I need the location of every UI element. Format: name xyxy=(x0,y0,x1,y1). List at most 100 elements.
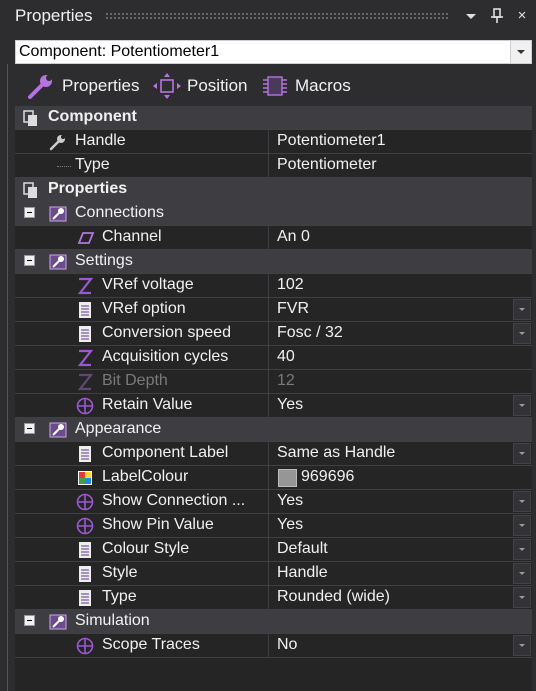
row-colour-style[interactable]: Colour Style Default xyxy=(15,538,532,562)
property-label: Channel xyxy=(102,228,162,245)
collapse-icon[interactable] xyxy=(24,207,35,218)
group-connections[interactable]: Connections xyxy=(15,202,532,226)
chevron-down-icon[interactable] xyxy=(513,563,531,584)
component-select[interactable]: Component: Potentiometer1 xyxy=(15,40,532,64)
column-divider xyxy=(268,298,269,321)
category-properties[interactable]: Properties xyxy=(15,178,532,202)
collapse-icon[interactable] xyxy=(24,255,35,266)
tab-position[interactable]: Position xyxy=(152,72,247,100)
column-divider xyxy=(268,394,269,417)
group-label: Connections xyxy=(75,204,164,221)
row-label-colour[interactable]: LabelColour 969696 xyxy=(15,466,532,490)
chevron-down-icon[interactable] xyxy=(513,299,531,320)
row-appearance-type[interactable]: Type Rounded (wide) xyxy=(15,586,532,610)
column-divider xyxy=(268,226,269,249)
property-value[interactable]: An 0 xyxy=(277,228,310,246)
chevron-down-icon[interactable] xyxy=(513,539,531,560)
collapse-icon[interactable] xyxy=(24,423,35,434)
group-appearance[interactable]: Appearance xyxy=(15,418,532,442)
row-acquisition-cycles[interactable]: Acquisition cycles 40 xyxy=(15,346,532,370)
row-retain-value[interactable]: Retain Value Yes xyxy=(15,394,532,418)
row-component-label[interactable]: Component Label Same as Handle xyxy=(15,442,532,466)
close-icon[interactable]: × xyxy=(512,6,532,26)
column-divider xyxy=(268,586,269,609)
chevron-down-icon[interactable] xyxy=(513,395,531,416)
tab-macros[interactable]: Macros xyxy=(260,72,351,100)
property-value[interactable]: Rounded (wide) xyxy=(277,588,390,606)
channel-icon xyxy=(77,232,95,244)
column-divider xyxy=(268,322,269,345)
property-value[interactable]: Handle xyxy=(277,564,328,582)
row-vref-voltage[interactable]: VRef voltage 102 xyxy=(15,274,532,298)
column-divider xyxy=(268,466,269,489)
dropdown-icon[interactable] xyxy=(461,6,481,26)
panel-titlebar: Properties × xyxy=(0,0,536,32)
crosshair-icon xyxy=(76,397,94,415)
group-label: Appearance xyxy=(75,420,162,437)
property-label: Colour Style xyxy=(102,540,190,557)
property-value[interactable]: Yes xyxy=(277,396,303,414)
tab-properties[interactable]: Properties xyxy=(27,72,139,100)
chip-icon xyxy=(263,76,287,96)
category-component[interactable]: Component xyxy=(15,106,532,130)
property-value[interactable]: FVR xyxy=(277,300,309,318)
titlebar-grip[interactable] xyxy=(105,12,450,19)
component-select-value: Component: Potentiometer1 xyxy=(19,43,220,60)
collapse-icon[interactable] xyxy=(24,615,35,626)
chevron-down-icon[interactable] xyxy=(510,41,531,63)
chevron-down-icon[interactable] xyxy=(513,323,531,344)
column-divider xyxy=(268,154,269,177)
property-label: Scope Traces xyxy=(102,636,200,653)
color-palette-icon xyxy=(78,471,92,485)
row-handle[interactable]: Handle Potentiometer1 xyxy=(15,130,532,154)
row-vref-option[interactable]: VRef option FVR xyxy=(15,298,532,322)
chevron-down-icon[interactable] xyxy=(513,587,531,608)
row-channel[interactable]: Channel An 0 xyxy=(15,226,532,250)
group-wrench-icon xyxy=(49,254,67,270)
row-type[interactable]: Type Potentiometer xyxy=(15,154,532,178)
property-value: 12 xyxy=(277,372,295,389)
property-label: Conversion speed xyxy=(102,324,231,341)
list-icon xyxy=(79,590,91,606)
property-label: Acquisition cycles xyxy=(102,348,229,365)
pin-icon[interactable] xyxy=(487,6,507,26)
property-value[interactable]: 102 xyxy=(277,276,304,294)
group-simulation[interactable]: Simulation xyxy=(15,610,532,634)
property-value[interactable]: Yes xyxy=(277,516,303,534)
chevron-down-icon[interactable] xyxy=(513,443,531,464)
property-value[interactable]: 969696 xyxy=(301,468,354,486)
property-value[interactable]: Fosc / 32 xyxy=(277,324,343,342)
property-value[interactable]: Yes xyxy=(277,492,303,510)
row-show-pin-value[interactable]: Show Pin Value Yes xyxy=(15,514,532,538)
group-settings[interactable]: Settings xyxy=(15,250,532,274)
property-label: Style xyxy=(102,564,138,581)
list-icon xyxy=(79,542,91,558)
list-icon xyxy=(79,566,91,582)
wrench-icon xyxy=(49,135,65,151)
property-value[interactable]: No xyxy=(277,636,297,654)
property-label: Component Label xyxy=(102,444,229,461)
integer-z-icon xyxy=(77,349,94,367)
group-label: Simulation xyxy=(75,612,150,629)
group-wrench-icon xyxy=(49,422,67,438)
property-value[interactable]: 40 xyxy=(277,348,295,366)
chevron-down-icon[interactable] xyxy=(513,491,531,512)
property-label: VRef option xyxy=(102,300,186,317)
property-value[interactable]: Potentiometer1 xyxy=(277,132,386,150)
tab-bar: Properties Position Macros xyxy=(15,68,532,104)
row-show-connection[interactable]: Show Connection ... Yes xyxy=(15,490,532,514)
crosshair-icon xyxy=(76,493,94,511)
property-value[interactable]: Same as Handle xyxy=(277,444,395,462)
copy-icon xyxy=(23,110,37,126)
column-divider xyxy=(268,130,269,153)
row-style[interactable]: Style Handle xyxy=(15,562,532,586)
property-value[interactable]: Default xyxy=(277,540,328,558)
color-swatch[interactable] xyxy=(278,469,297,487)
property-label: Type xyxy=(75,156,110,173)
property-grid: Component Handle Potentiometer1 Type Pot… xyxy=(15,106,532,691)
row-scope-traces[interactable]: Scope Traces No xyxy=(15,634,532,658)
chevron-down-icon[interactable] xyxy=(513,635,531,656)
row-conversion-speed[interactable]: Conversion speed Fosc / 32 xyxy=(15,322,532,346)
panel-title: Properties xyxy=(15,6,93,25)
chevron-down-icon[interactable] xyxy=(513,515,531,536)
